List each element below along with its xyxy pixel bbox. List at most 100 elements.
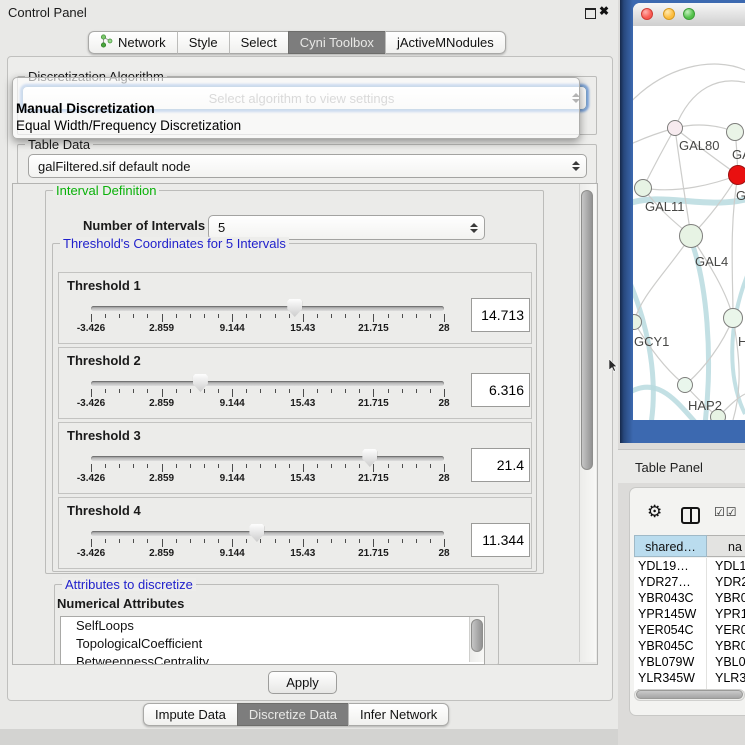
interval-definition-group-title: Interval Definition <box>53 184 159 197</box>
slider-tick <box>260 389 261 393</box>
screen: Control Panel ✖ NetworkStyleSelectCyni T… <box>0 0 745 745</box>
attribute-item-topologicalcoefficient[interactable]: TopologicalCoefficient <box>61 635 484 653</box>
columns-icon[interactable] <box>681 507 700 524</box>
gear-icon[interactable]: ⚙ <box>647 502 662 522</box>
node-gal80[interactable] <box>667 120 683 136</box>
table-row[interactable]: YER054CYER0 <box>634 622 745 638</box>
node-right-mid[interactable] <box>723 308 743 328</box>
slider-tick <box>91 539 92 547</box>
numerical-attributes-label: Numerical Attributes <box>57 596 184 611</box>
tab-network[interactable]: Network <box>88 31 177 54</box>
slider-tick <box>218 464 219 468</box>
slider-tick <box>204 539 205 543</box>
select-columns-icon[interactable]: ☑☑ <box>714 505 738 519</box>
tab-style[interactable]: Style <box>177 31 229 54</box>
slider-track[interactable] <box>91 456 444 461</box>
popup-item-manual-discretization[interactable]: Manual Discretization <box>16 100 576 117</box>
network-node-label: GAL4 <box>695 254 728 269</box>
table-row[interactable]: YPR145WYPR1 <box>634 606 745 622</box>
tab-label: Impute Data <box>155 707 226 722</box>
close-icon[interactable]: ✖ <box>599 4 609 18</box>
table-row[interactable]: YDR27…YDR2 <box>634 574 745 590</box>
table-row[interactable]: YDL19…YDL1 <box>634 558 745 574</box>
tab-impute-data[interactable]: Impute Data <box>143 703 237 726</box>
slider-tick <box>345 464 346 468</box>
table-hscrollbar-thumb[interactable] <box>636 690 743 699</box>
slider-handle[interactable] <box>193 374 208 392</box>
slider-tick <box>133 464 134 468</box>
tab-label: Cyni Toolbox <box>300 35 374 50</box>
table-row[interactable]: YLR345WYLR3 <box>634 670 745 686</box>
network-canvas[interactable]: GAL80GAGAL11GGAL4GCY1HHAP2 <box>633 26 745 420</box>
apply-button[interactable]: Apply <box>268 671 337 694</box>
slider-tick <box>289 464 290 468</box>
slider-tick <box>133 389 134 393</box>
table-data-combobox[interactable]: galFiltered.sif default node <box>28 154 587 178</box>
table-row[interactable]: YBR045CYBR0 <box>634 638 745 654</box>
slider-tick <box>204 314 205 318</box>
slider-handle[interactable] <box>362 449 377 467</box>
slider-tick <box>373 464 374 472</box>
table-row[interactable]: YBL079WYBL0 <box>634 654 745 670</box>
slider-tick <box>317 539 318 543</box>
node-top-right[interactable] <box>726 123 744 141</box>
slider-track[interactable] <box>91 531 444 536</box>
slider-track[interactable] <box>91 306 444 311</box>
slider-tick <box>105 389 106 393</box>
slider-tick <box>190 539 191 543</box>
threshold-value-field[interactable]: 11.344 <box>471 523 530 557</box>
node-hap2[interactable] <box>677 377 693 393</box>
column-header-name[interactable]: na <box>707 535 745 557</box>
slider-tick <box>105 314 106 318</box>
threshold-value-field[interactable]: 21.4 <box>471 448 530 482</box>
attributes-scrollbar-thumb[interactable] <box>471 619 483 652</box>
slider-tick <box>162 389 163 397</box>
slider-handle[interactable] <box>249 524 264 542</box>
float-panel-icon[interactable] <box>585 8 596 19</box>
tab-label: Infer Network <box>360 707 437 722</box>
slider-tick <box>331 539 332 543</box>
table-cell-name: YBR0 <box>707 590 745 606</box>
zoom-traffic-light[interactable] <box>683 8 695 20</box>
tab-discretize-data[interactable]: Discretize Data <box>237 703 348 726</box>
slider-tick <box>147 539 148 543</box>
network-window-titlebar[interactable] <box>633 3 745 27</box>
threshold-value-field[interactable]: 6.316 <box>471 373 530 407</box>
slider-tick-label: 9.144 <box>220 323 245 334</box>
tab-select[interactable]: Select <box>229 31 288 54</box>
settings-scrollbar-thumb[interactable] <box>581 190 593 470</box>
slider-tick <box>246 389 247 393</box>
network-node-label: GA <box>732 147 745 162</box>
slider-tick <box>331 314 332 318</box>
bottom-strip <box>0 729 618 745</box>
threshold-value-field[interactable]: 14.713 <box>471 298 530 332</box>
slider-track[interactable] <box>91 381 444 386</box>
popup-item-equal-width-frequency-discretization[interactable]: Equal Width/Frequency Discretization <box>16 117 576 134</box>
threshold-panel-4: Threshold 4-3.4262.8599.14415.4321.71528… <box>58 497 532 569</box>
tab-infer-network[interactable]: Infer Network <box>348 703 449 726</box>
numerical-attributes-list: SelfLoopsTopologicalCoefficientBetweenne… <box>60 616 485 665</box>
tab-jactivemnodules[interactable]: jActiveMNodules <box>385 31 506 54</box>
table-cell-name: YBR0 <box>707 638 745 654</box>
attribute-item-selfloops[interactable]: SelfLoops <box>61 617 484 635</box>
tab-cyni-toolbox[interactable]: Cyni Toolbox <box>288 31 385 54</box>
node-selected-red[interactable] <box>728 165 745 185</box>
slider-tick <box>218 314 219 318</box>
network-node-label: G <box>736 188 745 203</box>
slider-tick-label: -3.426 <box>77 548 105 559</box>
column-header-shared-name[interactable]: shared… <box>634 535 707 557</box>
table-row[interactable]: YBR043CYBR0 <box>634 590 745 606</box>
slider-tick <box>162 539 163 547</box>
node-gal4[interactable] <box>679 224 703 248</box>
slider-tick-label: -3.426 <box>77 398 105 409</box>
slider-tick-label: 21.715 <box>358 548 389 559</box>
minimize-traffic-light[interactable] <box>663 8 675 20</box>
slider-tick <box>176 314 177 318</box>
slider-tick-label: 2.859 <box>149 548 174 559</box>
slider-tick <box>232 539 233 547</box>
attribute-item-betweennesscentrality[interactable]: BetweennessCentrality <box>61 653 484 665</box>
slider-tick <box>416 539 417 543</box>
table-cell-shared-name: YLR345W <box>634 670 707 686</box>
close-traffic-light[interactable] <box>641 8 653 20</box>
node-gal11[interactable] <box>634 179 652 197</box>
